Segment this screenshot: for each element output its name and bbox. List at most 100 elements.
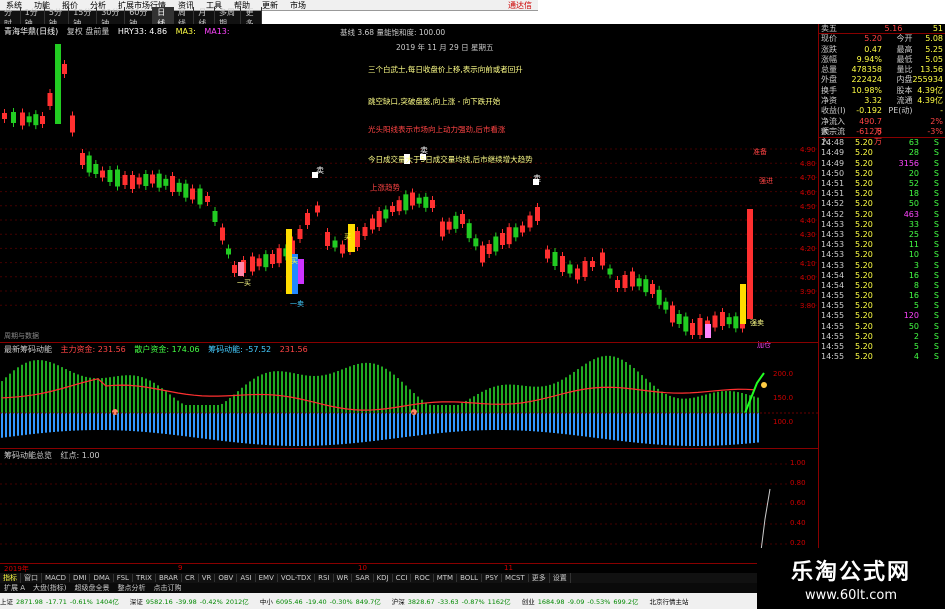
index-item[interactable]: 中小 6095.46 -19.40 -0.30% 849.7亿: [260, 596, 384, 606]
indicator-tab[interactable]: WR: [334, 574, 353, 582]
tick-cell: 5.20: [855, 209, 873, 219]
tick-row[interactable]: 14:49 5.20 3156 S: [819, 159, 945, 169]
candle-body: [575, 268, 580, 280]
tick-row[interactable]: 14:53 5.20 10 S: [819, 250, 945, 260]
tick-row[interactable]: 14:55 5.20 120 S: [819, 311, 945, 321]
index-field: 深证: [129, 598, 143, 606]
indicator-tab[interactable]: VOL-TDX: [278, 574, 316, 582]
indicator-tab[interactable]: ASI: [237, 574, 256, 582]
index-item[interactable]: 上证 2871.98 -17.71 -0.61% 1404亿: [0, 596, 122, 606]
indicator-tab[interactable]: KDJ: [374, 574, 393, 582]
index-field: 3828.67: [407, 598, 435, 606]
index-item[interactable]: 深证 9582.16 -39.98 -0.42% 2012亿: [130, 596, 252, 606]
indicator-tab[interactable]: VR: [199, 574, 216, 582]
tick-row[interactable]: 14:50 5.20 20 S: [819, 169, 945, 179]
sell-marker: 卖: [420, 146, 428, 155]
tick-cell: S: [933, 321, 939, 331]
indicator-tab[interactable]: CCI: [393, 574, 412, 582]
indicator-tab[interactable]: OBV: [215, 574, 238, 582]
tick-row[interactable]: 14:55 5.20 50 S: [819, 322, 945, 332]
kline-panel[interactable]: 青海华鼎(日线) 复权 盘前量 HRY33: 4.86 MA3: MA13: 基…: [0, 24, 818, 349]
candle-body: [720, 312, 725, 326]
indicator-tab[interactable]: 指标: [0, 573, 21, 583]
indicator-tab[interactable]: MCST: [502, 574, 529, 582]
buy-marker: 买: [291, 257, 298, 265]
index-field: -19.40: [305, 598, 327, 606]
indicator-tab[interactable]: ROC: [411, 574, 434, 582]
macd-chart[interactable]: [0, 343, 818, 449]
indicator-tab[interactable]: RSI: [315, 574, 334, 582]
tick-cell: 10: [908, 250, 919, 260]
func-item[interactable]: 超级盘全景: [70, 583, 113, 593]
tick-row[interactable]: 14:53 5.20 11 S: [819, 240, 945, 250]
tick-row[interactable]: 14:53 5.20 25 S: [819, 230, 945, 240]
tick-row[interactable]: 14:52 5.20 50 S: [819, 199, 945, 209]
indicator-tab[interactable]: 窗口: [21, 573, 42, 583]
tick-row[interactable]: 14:55 5.20 5 S: [819, 301, 945, 311]
tick-list[interactable]: 14:48 5.20 63 S 14:49 5.20 28 S 14:49 5.20 3156 S 14…: [819, 137, 945, 362]
volume-chart[interactable]: [0, 449, 818, 564]
tick-row[interactable]: 14:54 5.20 16 S: [819, 271, 945, 281]
quote-cell: 量比: [896, 65, 913, 75]
func-item[interactable]: 点击订购: [149, 583, 185, 593]
indicator-tab[interactable]: MTM: [434, 574, 458, 582]
func-item[interactable]: 大盘(指标): [29, 583, 70, 593]
candle-body: [500, 233, 505, 245]
indicator-tab[interactable]: BRAR: [156, 574, 182, 582]
tick-cell: 14:54: [821, 280, 845, 290]
tick-cell: 5.20: [855, 138, 873, 148]
tick-cell: 11: [908, 240, 919, 250]
quote-cell: 13.56: [920, 65, 943, 75]
corner-label: 周期与数据: [4, 332, 39, 340]
candle-body: [86, 155, 92, 173]
tick-row[interactable]: 14:55 5.20 16 S: [819, 291, 945, 301]
tick-row[interactable]: 14:53 5.20 3 S: [819, 261, 945, 271]
indicator-tab[interactable]: BOLL: [457, 574, 483, 582]
tick-cell: S: [933, 352, 939, 362]
indicator-tab[interactable]: MACD: [42, 574, 70, 582]
tick-row[interactable]: 14:55 5.20 5 S: [819, 342, 945, 352]
index-item[interactable]: 北京行情主站: [650, 596, 704, 606]
func-item[interactable]: 整点分析: [113, 583, 149, 593]
indicator-tab[interactable]: 设置: [550, 573, 571, 583]
indicator-tab[interactable]: CR: [182, 574, 199, 582]
menu-market[interactable]: 市场: [284, 0, 312, 11]
first-buy-marker: 一买: [237, 279, 251, 287]
indicator-tab[interactable]: SAR: [352, 574, 374, 582]
candle-body: [590, 261, 595, 267]
volume-panel[interactable]: 筹码动能总览 红点: 1.00 1.00 0.80 0.60 0.40 0.20: [0, 448, 818, 563]
candle-body: [600, 252, 605, 266]
tick-row[interactable]: 14:53 5.20 33 S: [819, 220, 945, 230]
tick-row[interactable]: 14:55 5.20 2 S: [819, 332, 945, 342]
macd-panel[interactable]: 最新筹码动能 主力资金: 231.56 散户资金: 174.06 筹码动能: -…: [0, 342, 818, 448]
tick-row[interactable]: 14:51 5.20 52 S: [819, 179, 945, 189]
candle-body: [440, 221, 445, 237]
tick-cell: S: [933, 331, 939, 341]
tick-row[interactable]: 14:51 5.20 18 S: [819, 189, 945, 199]
indicator-tab[interactable]: PSY: [482, 574, 503, 582]
tick-row[interactable]: 14:52 5.20 463 S: [819, 210, 945, 220]
tick-cell: 5.20: [855, 280, 873, 290]
func-item[interactable]: 扩展 A: [0, 583, 29, 593]
tick-row[interactable]: 14:49 5.20 28 S: [819, 148, 945, 158]
tick-row[interactable]: 14:48 5.20 63 S: [819, 138, 945, 148]
tick-row[interactable]: 14:54 5.20 8 S: [819, 281, 945, 291]
index-item[interactable]: 沪深 3828.67 -33.63 -0.87% 1162亿: [392, 596, 514, 606]
indicator-tab[interactable]: DMI: [70, 574, 91, 582]
price-axis-label: 4.20: [800, 245, 816, 254]
indicator-tab[interactable]: DMA: [90, 574, 114, 582]
candle-body: [473, 238, 479, 247]
date-label: 10: [358, 564, 367, 572]
indicator-tab[interactable]: 更多: [529, 573, 550, 583]
index-field: -17.71: [45, 598, 67, 606]
candle-body: [733, 316, 739, 329]
index-item[interactable]: 创业 1684.98 -9.09 -0.53% 699.2亿: [522, 596, 642, 606]
tick-row[interactable]: 14:55 5.20 4 S: [819, 352, 945, 362]
sell-marker: 卖: [533, 174, 541, 183]
indicator-tab[interactable]: TRIX: [133, 574, 156, 582]
quote-cell: 4.39亿: [917, 85, 944, 95]
indicator-tab[interactable]: FSL: [114, 574, 133, 582]
tick-cell: 14:53: [821, 260, 845, 270]
indicator-tab[interactable]: EMV: [256, 574, 278, 582]
macd-momentum: 筹码动能: -57.52: [208, 345, 272, 354]
